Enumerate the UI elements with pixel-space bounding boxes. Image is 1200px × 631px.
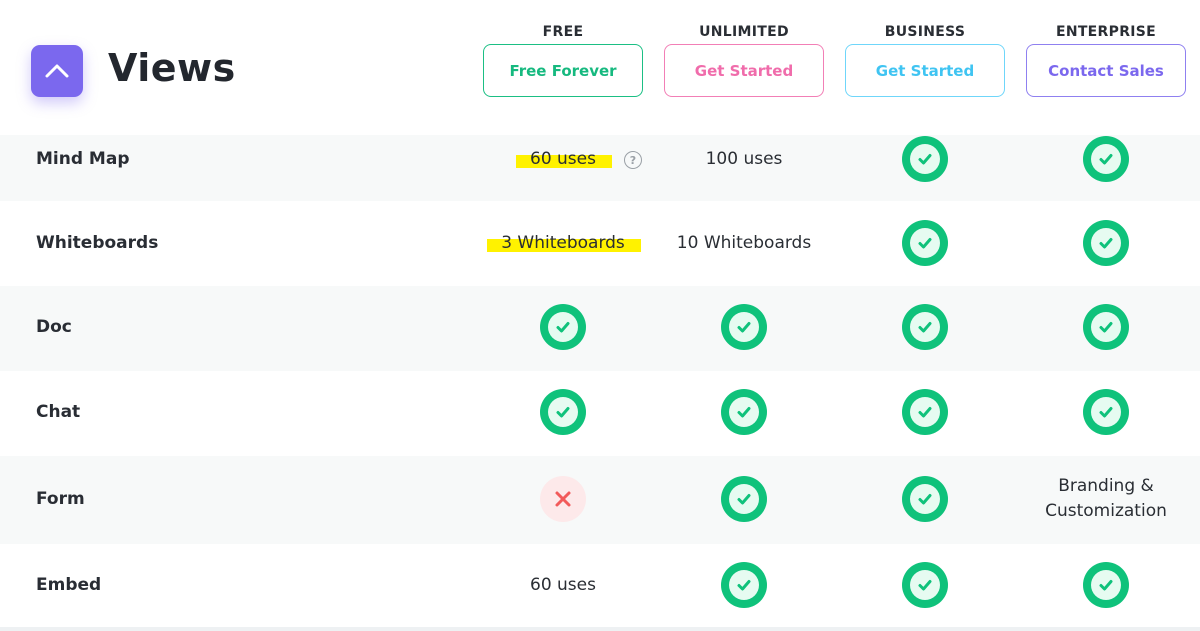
free-cell bbox=[483, 371, 643, 453]
highlighted-value: 60 uses bbox=[516, 147, 612, 172]
highlighted-value: 3 Whiteboards bbox=[487, 231, 641, 256]
free-cell: 60 uses ? bbox=[483, 135, 643, 183]
plan-name: ENTERPRISE bbox=[1055, 24, 1157, 40]
check-icon bbox=[902, 220, 948, 266]
plan-column-unlimited: UNLIMITED Get Started bbox=[664, 22, 824, 97]
unlimited-cell bbox=[664, 286, 824, 368]
check-icon bbox=[902, 304, 948, 350]
unlimited-cell: 10 Whiteboards bbox=[676, 232, 812, 253]
cell-value: 60 uses bbox=[530, 148, 596, 169]
feature-row-embed: Embed 60 uses bbox=[0, 544, 1200, 627]
check-icon bbox=[902, 389, 948, 435]
cross-icon bbox=[540, 476, 586, 522]
question-icon[interactable]: ? bbox=[624, 151, 642, 169]
free-forever-button[interactable]: Free Forever bbox=[483, 44, 643, 97]
plan-column-enterprise: ENTERPRISE Contact Sales bbox=[1026, 22, 1186, 97]
feature-name: Doc bbox=[36, 317, 72, 337]
unlimited-cell bbox=[664, 371, 824, 453]
unlimited-cell bbox=[664, 456, 824, 542]
feature-row-whiteboards: Whiteboards 3 Whiteboards 10 Whiteboards bbox=[0, 201, 1200, 286]
business-cell bbox=[845, 456, 1005, 542]
check-icon bbox=[902, 562, 948, 608]
check-icon bbox=[540, 304, 586, 350]
check-icon bbox=[721, 304, 767, 350]
check-icon bbox=[721, 389, 767, 435]
enterprise-cell bbox=[1026, 371, 1186, 453]
check-icon bbox=[721, 562, 767, 608]
contact-sales-button[interactable]: Contact Sales bbox=[1026, 44, 1186, 97]
check-icon bbox=[1083, 220, 1129, 266]
feature-row-doc: Doc bbox=[0, 286, 1200, 371]
feature-name: Chat bbox=[36, 402, 81, 422]
section-title: Views bbox=[108, 46, 236, 90]
business-cell bbox=[845, 371, 1005, 453]
business-get-started-button[interactable]: Get Started bbox=[845, 44, 1005, 97]
enterprise-cell bbox=[1026, 286, 1186, 368]
feature-name: Form bbox=[36, 489, 85, 509]
check-icon bbox=[1083, 304, 1129, 350]
table-bottom-divider bbox=[0, 627, 1200, 631]
free-cell bbox=[483, 456, 643, 542]
feature-row-form: Form Branding & Customization bbox=[0, 456, 1200, 544]
plan-column-business: BUSINESS Get Started bbox=[845, 22, 1005, 97]
enterprise-cell bbox=[1026, 201, 1186, 285]
unlimited-cell bbox=[664, 544, 824, 626]
check-icon bbox=[721, 476, 767, 522]
plan-name: FREE bbox=[542, 24, 584, 40]
check-icon bbox=[902, 136, 948, 182]
enterprise-cell: Branding & Customization bbox=[1045, 476, 1167, 521]
free-cell bbox=[483, 286, 643, 368]
collapse-section-button[interactable] bbox=[31, 45, 83, 97]
business-cell bbox=[845, 135, 1005, 183]
pricing-header: Views FREE Free Forever UNLIMITED Get St… bbox=[0, 0, 1200, 135]
business-cell bbox=[845, 201, 1005, 285]
business-cell bbox=[845, 286, 1005, 368]
check-icon bbox=[902, 476, 948, 522]
check-icon bbox=[1083, 389, 1129, 435]
chevron-up-icon bbox=[45, 64, 69, 78]
plan-column-free: FREE Free Forever bbox=[483, 22, 643, 97]
check-icon bbox=[1083, 562, 1129, 608]
feature-name: Whiteboards bbox=[36, 233, 159, 253]
free-cell: 3 Whiteboards bbox=[483, 201, 643, 285]
cell-value: 3 Whiteboards bbox=[501, 232, 625, 253]
feature-name: Embed bbox=[36, 575, 102, 595]
feature-row-mind-map: Mind Map 60 uses ? 100 uses bbox=[0, 135, 1200, 201]
enterprise-cell bbox=[1026, 135, 1186, 183]
unlimited-cell: 100 uses bbox=[705, 148, 783, 169]
free-cell: 60 uses bbox=[530, 574, 596, 595]
unlimited-get-started-button[interactable]: Get Started bbox=[664, 44, 824, 97]
plan-name: UNLIMITED bbox=[699, 24, 789, 40]
plan-name: BUSINESS bbox=[884, 24, 966, 40]
check-icon bbox=[1083, 136, 1129, 182]
feature-row-chat: Chat bbox=[0, 371, 1200, 456]
enterprise-cell bbox=[1026, 544, 1186, 626]
feature-name: Mind Map bbox=[36, 149, 130, 169]
check-icon bbox=[540, 389, 586, 435]
business-cell bbox=[845, 544, 1005, 626]
